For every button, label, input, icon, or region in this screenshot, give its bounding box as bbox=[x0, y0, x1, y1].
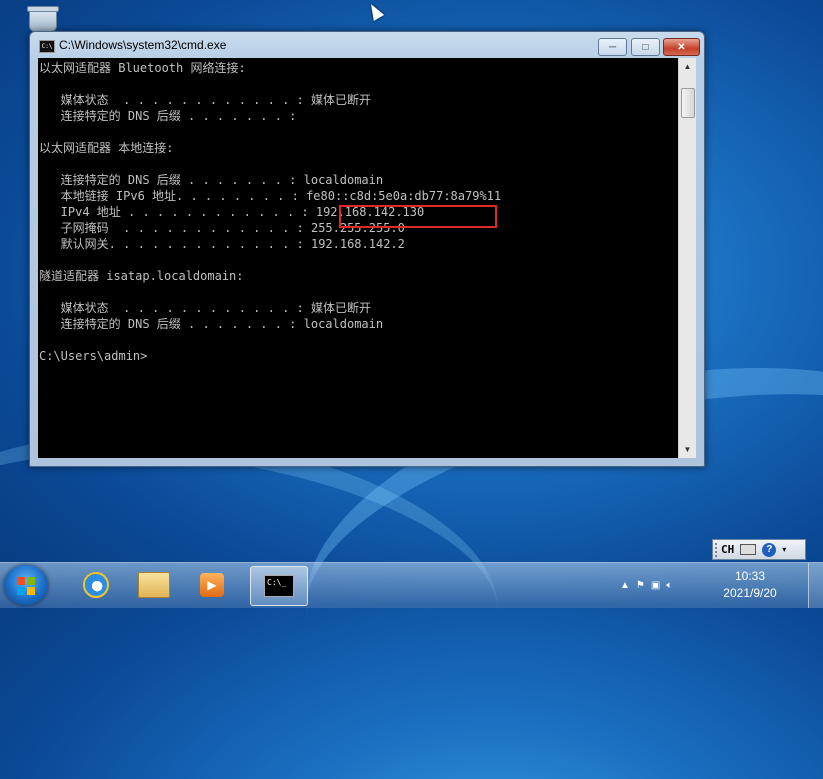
scroll-down-button[interactable]: ▼ bbox=[679, 441, 696, 458]
language-indicator[interactable]: CH bbox=[721, 543, 734, 556]
maximize-button[interactable]: □ bbox=[631, 38, 660, 56]
mouse-cursor-icon bbox=[365, 1, 385, 21]
system-tray: ▲ ⚑ ▣ 🔈︎ bbox=[620, 567, 672, 603]
file-explorer-icon[interactable] bbox=[128, 566, 180, 604]
cmd-taskbar-icon: C:\_ bbox=[264, 575, 294, 597]
keyboard-icon[interactable] bbox=[740, 544, 757, 555]
show-desktop-button[interactable] bbox=[808, 563, 823, 608]
internet-explorer-icon[interactable] bbox=[70, 566, 122, 604]
minimize-button[interactable]: ─ bbox=[598, 38, 627, 56]
taskbar: ▶ C:\_ ▲ ⚑ ▣ 🔈︎ 10:33 2021/9/20 bbox=[0, 562, 823, 608]
network-icon[interactable]: ▣ bbox=[651, 580, 660, 591]
volume-icon[interactable]: 🔈︎ bbox=[666, 580, 672, 591]
media-player-icon[interactable]: ▶ bbox=[186, 566, 238, 604]
show-hidden-icons-icon[interactable]: ▲ bbox=[620, 580, 630, 591]
close-button[interactable]: ✕ bbox=[663, 38, 700, 56]
cmd-icon: C:\ bbox=[39, 40, 55, 53]
scroll-thumb[interactable] bbox=[681, 88, 695, 118]
window-titlebar[interactable]: C:\ C:\Windows\system32\cmd.exe ─ □ ✕ bbox=[30, 32, 704, 58]
clock[interactable]: 10:33 2021/9/20 bbox=[713, 568, 787, 602]
clock-date: 2021/9/20 bbox=[723, 586, 777, 600]
langbar-options-icon[interactable]: ▾ bbox=[782, 545, 786, 554]
cmd-window[interactable]: C:\ C:\Windows\system32\cmd.exe ─ □ ✕ 以太… bbox=[29, 31, 705, 467]
action-center-flag-icon[interactable]: ⚑ bbox=[636, 580, 645, 591]
start-button[interactable] bbox=[4, 565, 48, 605]
console-output[interactable]: 以太网适配器 Bluetooth 网络连接: 媒体状态 . . . . . . … bbox=[38, 58, 678, 458]
ipv4-highlight-box bbox=[339, 205, 497, 228]
vertical-scrollbar[interactable]: ▲ ▼ bbox=[678, 58, 696, 458]
clock-time: 10:33 bbox=[734, 569, 766, 583]
language-bar[interactable]: CH ? ▾ bbox=[712, 539, 806, 560]
window-title: C:\Windows\system32\cmd.exe bbox=[59, 38, 227, 52]
scroll-up-button[interactable]: ▲ bbox=[679, 58, 696, 75]
taskbar-cmd-button[interactable]: C:\_ bbox=[250, 566, 308, 606]
help-icon[interactable]: ? bbox=[762, 542, 777, 557]
